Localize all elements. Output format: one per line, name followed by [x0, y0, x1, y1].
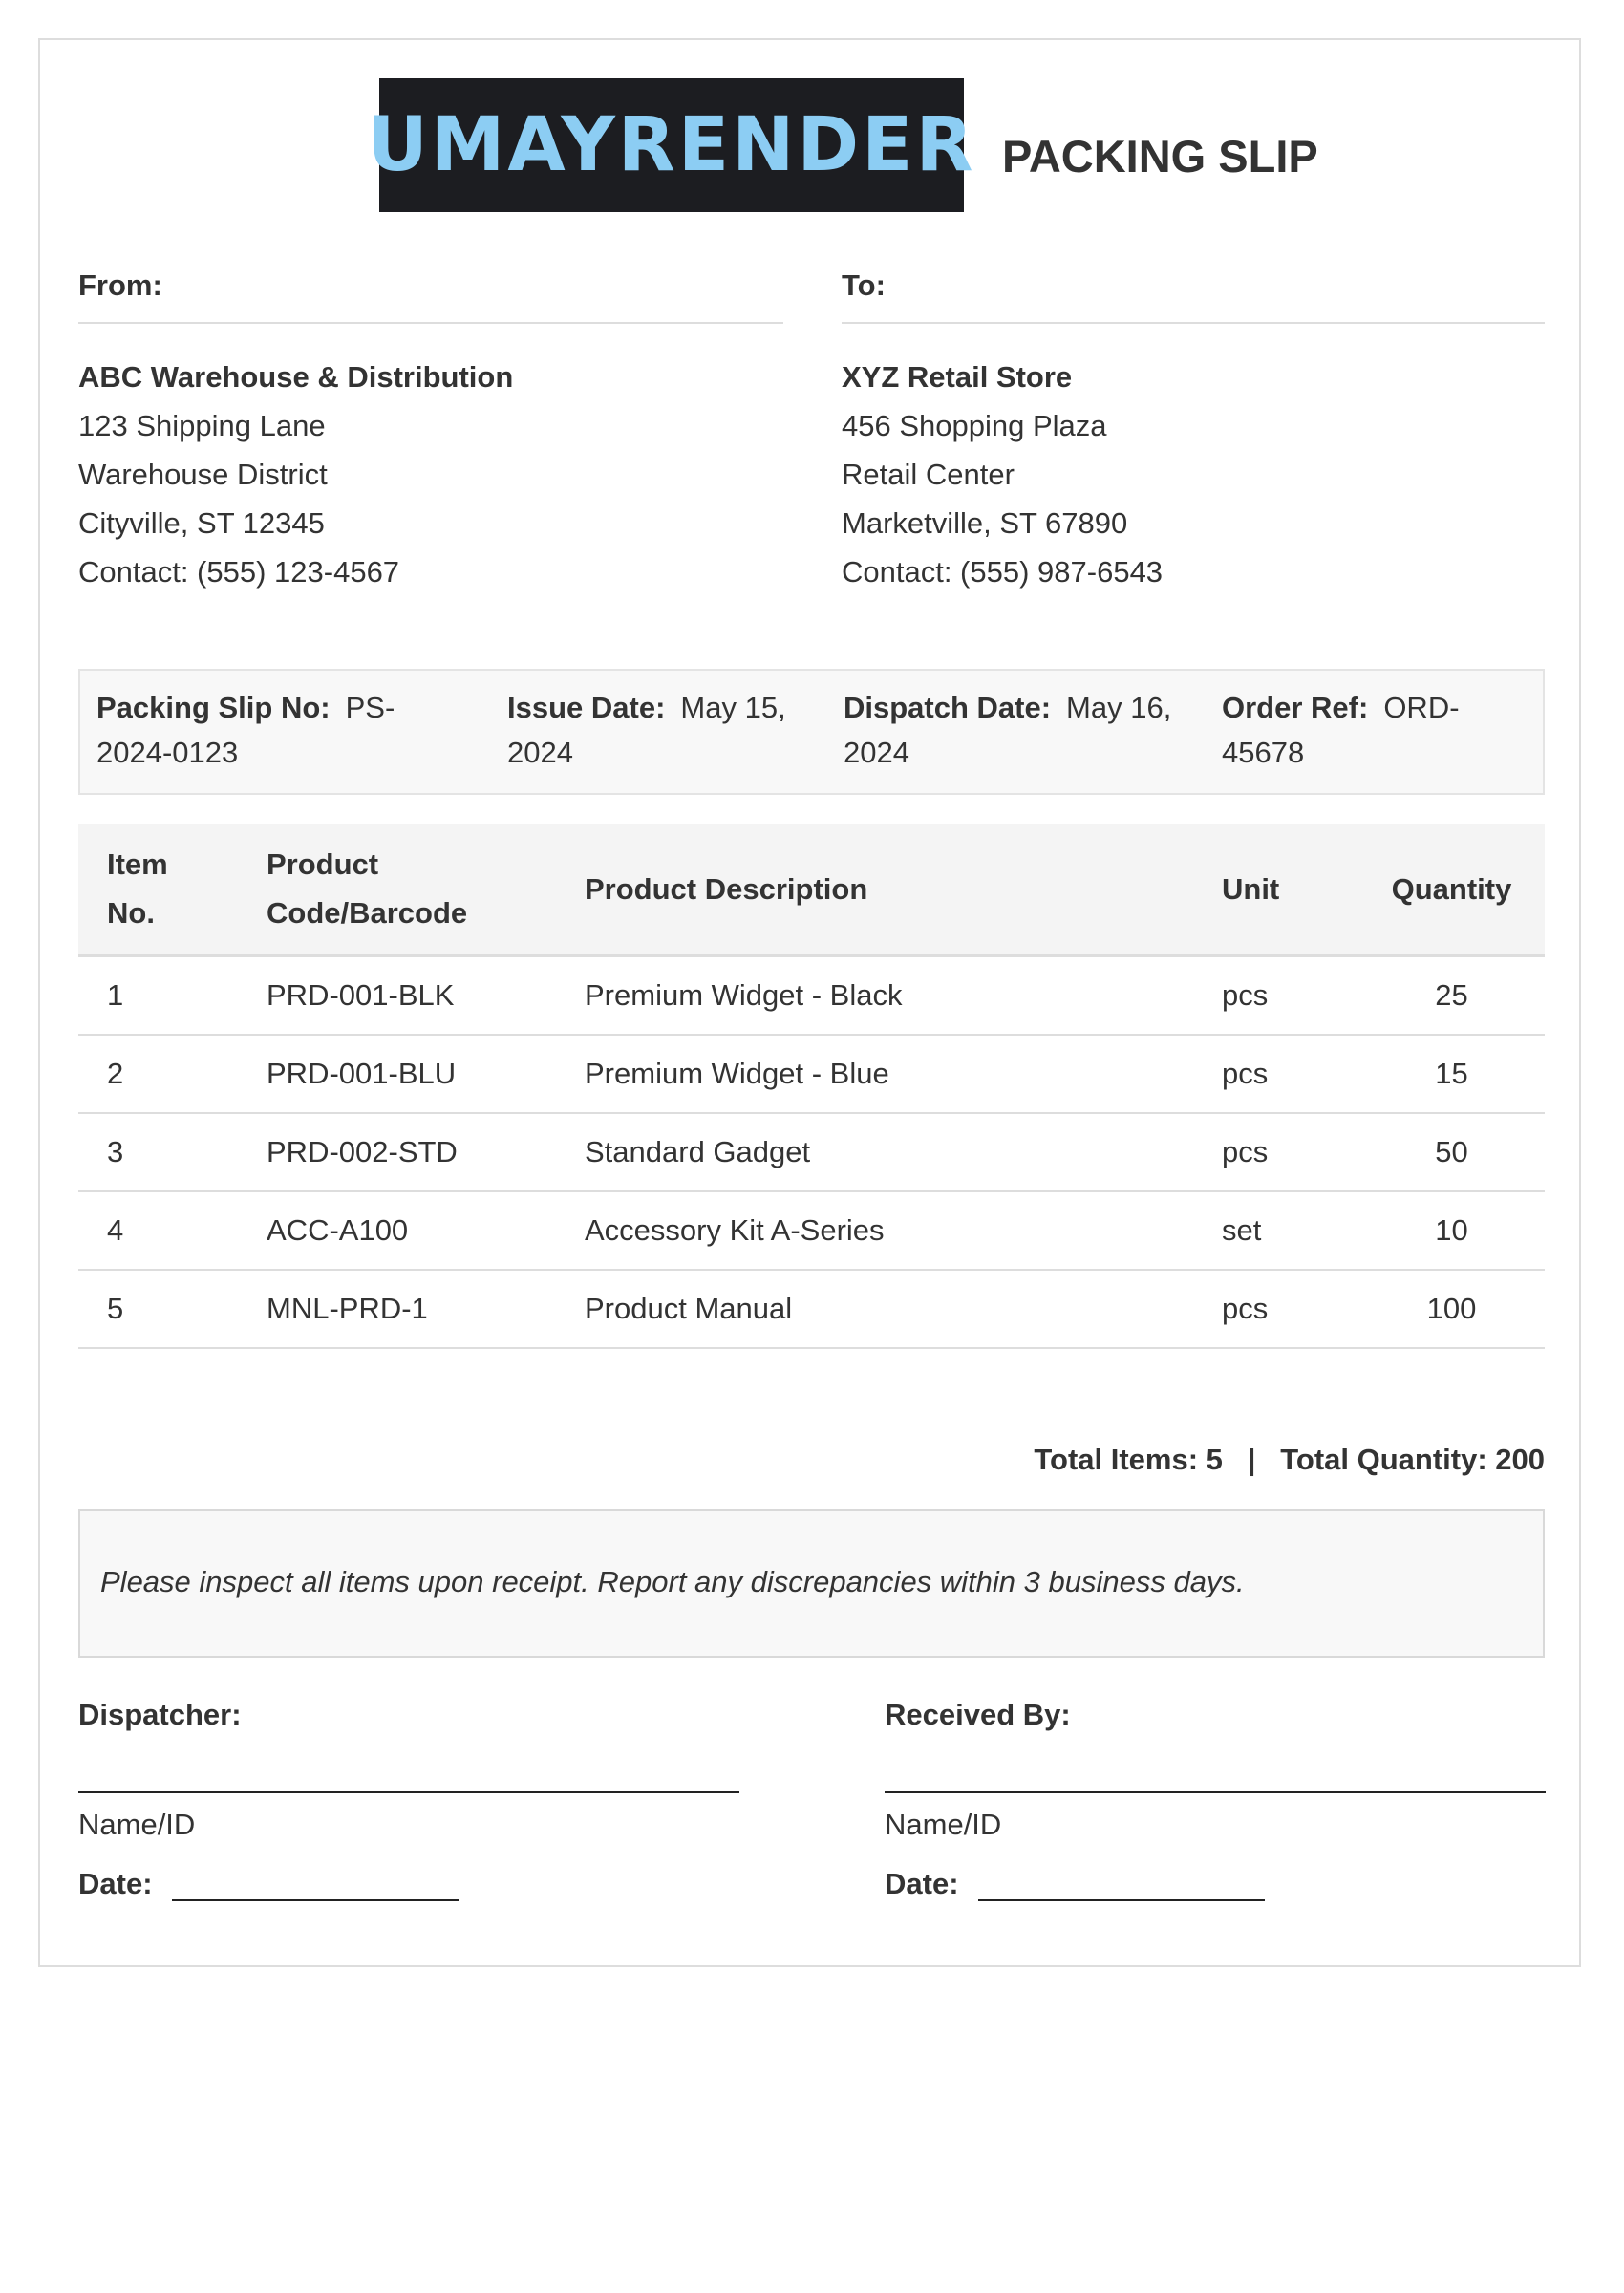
receiver-date-label: Date: [885, 1866, 959, 1900]
dispatcher-signature-line [78, 1791, 739, 1794]
from-label: From: [78, 268, 783, 325]
from-address-line: Warehouse District [78, 458, 328, 492]
table-row: 2 PRD-001-BLU Premium Widget - Blue pcs … [78, 1035, 1545, 1114]
quantity-cell: 100 [1358, 1270, 1545, 1349]
packing-slip-number-value: 2024-0123 [96, 736, 239, 769]
order-reference-value: 45678 [1222, 736, 1305, 769]
packing-slip-sheet: UMAYRENDER PACKING SLIP From: ABC Wareho… [38, 38, 1581, 1967]
column-header-unit: Unit [1193, 824, 1358, 957]
from-address-lines: ABC Warehouse & Distribution 123 Shippin… [78, 353, 783, 596]
item-no-cell: 2 [78, 1035, 238, 1114]
packing-slip-number: Packing Slip No: PS- 2024-0123 [96, 685, 395, 775]
item-no-cell: 5 [78, 1270, 238, 1349]
unit-cell: pcs [1193, 1113, 1358, 1192]
column-header-product-code: Product Code/Barcode [238, 824, 556, 957]
to-address-line: Retail Center [842, 458, 1015, 492]
from-address-line: 123 Shipping Lane [78, 409, 326, 443]
from-contact: Contact: (555) 123-4567 [78, 555, 400, 589]
to-company-name: XYZ Retail Store [842, 360, 1073, 395]
receiver-date: Date: [885, 1867, 1546, 1901]
description-cell: Premium Widget - Black [556, 955, 1193, 1036]
logo-text: UMAYRENDER [367, 102, 976, 188]
receiver-date-line [977, 1871, 1265, 1901]
product-code-cell: ACC-A100 [238, 1191, 556, 1271]
issue-date-value: May 15, [680, 691, 786, 724]
order-reference-label: Order Ref: [1222, 691, 1369, 724]
item-no-cell: 1 [78, 955, 238, 1036]
quantity-cell: 25 [1358, 955, 1545, 1036]
from-address-block: From: ABC Warehouse & Distribution 123 S… [78, 268, 783, 596]
from-address-line: Cityville, ST 12345 [78, 506, 325, 541]
item-no-cell: 3 [78, 1113, 238, 1192]
description-cell: Accessory Kit A-Series [556, 1191, 1193, 1271]
received-by-label: Received By: [885, 1698, 1071, 1731]
dispatcher-label: Dispatcher: [78, 1698, 242, 1731]
table-row: 3 PRD-002-STD Standard Gadget pcs 50 [78, 1113, 1545, 1192]
unit-cell: pcs [1193, 1035, 1358, 1114]
to-address-line: 456 Shopping Plaza [842, 409, 1107, 443]
unit-cell: pcs [1193, 955, 1358, 1036]
column-header-quantity: Quantity [1358, 824, 1545, 957]
table-row: 4 ACC-A100 Accessory Kit A-Series set 10 [78, 1191, 1545, 1271]
dispatch-date-label: Dispatch Date: [844, 691, 1052, 724]
description-cell: Premium Widget - Blue [556, 1035, 1193, 1114]
description-cell: Standard Gadget [556, 1113, 1193, 1192]
to-contact: Contact: (555) 987-6543 [842, 555, 1164, 589]
issue-date: Issue Date: May 15, 2024 [507, 685, 786, 775]
table-header-row: Item No. Product Code/Barcode Product Desc… [78, 824, 1545, 957]
item-no-cell: 4 [78, 1191, 238, 1271]
product-code-cell: MNL-PRD-1 [238, 1270, 556, 1349]
product-code-cell: PRD-001-BLK [238, 955, 556, 1036]
totals-summary: Total Items: 5 | Total Quantity: 200 [1034, 1443, 1545, 1476]
from-company-name: ABC Warehouse & Distribution [78, 360, 514, 395]
product-code-cell: PRD-002-STD [238, 1113, 556, 1192]
table-row: 5 MNL-PRD-1 Product Manual pcs 100 [78, 1270, 1545, 1349]
dispatcher-date: Date: [78, 1867, 739, 1901]
dispatch-date: Dispatch Date: May 16, 2024 [844, 685, 1171, 775]
company-logo: UMAYRENDER [367, 78, 973, 212]
document-title: PACKING SLIP [1002, 131, 1318, 182]
unit-cell: pcs [1193, 1270, 1358, 1349]
to-address-lines: XYZ Retail Store 456 Shopping Plaza Reta… [842, 353, 1545, 596]
to-label: To: [842, 268, 1545, 325]
to-address-block: To: XYZ Retail Store 456 Shopping Plaza … [842, 268, 1545, 596]
quantity-cell: 10 [1358, 1191, 1545, 1271]
description-cell: Product Manual [556, 1270, 1193, 1349]
receiver-name-id-label: Name/ID [885, 1808, 1002, 1842]
column-header-item-no: Item No. [78, 824, 238, 957]
packing-slip-number-value: PS- [345, 691, 395, 724]
packing-slip-number-label: Packing Slip No: [96, 691, 331, 724]
issue-date-value: 2024 [507, 736, 573, 769]
dispatcher-date-line [171, 1871, 459, 1901]
inspection-note: Please inspect all items upon receipt. R… [78, 1509, 1545, 1658]
issue-date-label: Issue Date: [507, 691, 666, 724]
order-reference-value: ORD- [1383, 691, 1460, 724]
receiver-signature-block: Received By: Name/ID Date: [885, 1697, 1546, 1901]
unit-cell: set [1193, 1191, 1358, 1271]
column-header-description: Product Description [556, 824, 1193, 957]
dispatcher-date-label: Date: [78, 1866, 153, 1900]
quantity-cell: 15 [1358, 1035, 1545, 1114]
document-info-bar: Packing Slip No: PS- 2024-0123 Issue Date… [78, 669, 1545, 795]
quantity-cell: 50 [1358, 1113, 1545, 1192]
dispatcher-signature-block: Dispatcher: Name/ID Date: [78, 1697, 739, 1901]
receiver-signature-line [885, 1791, 1546, 1794]
table-row: 1 PRD-001-BLK Premium Widget - Black pcs… [78, 955, 1545, 1036]
dispatcher-name-id-label: Name/ID [78, 1808, 196, 1842]
items-table: Item No. Product Code/Barcode Product Desc… [78, 824, 1545, 1349]
order-reference: Order Ref: ORD- 45678 [1222, 685, 1460, 775]
dispatch-date-value: 2024 [844, 736, 909, 769]
product-code-cell: PRD-001-BLU [238, 1035, 556, 1114]
dispatch-date-value: May 16, [1066, 691, 1172, 724]
to-address-line: Marketville, ST 67890 [842, 506, 1128, 541]
